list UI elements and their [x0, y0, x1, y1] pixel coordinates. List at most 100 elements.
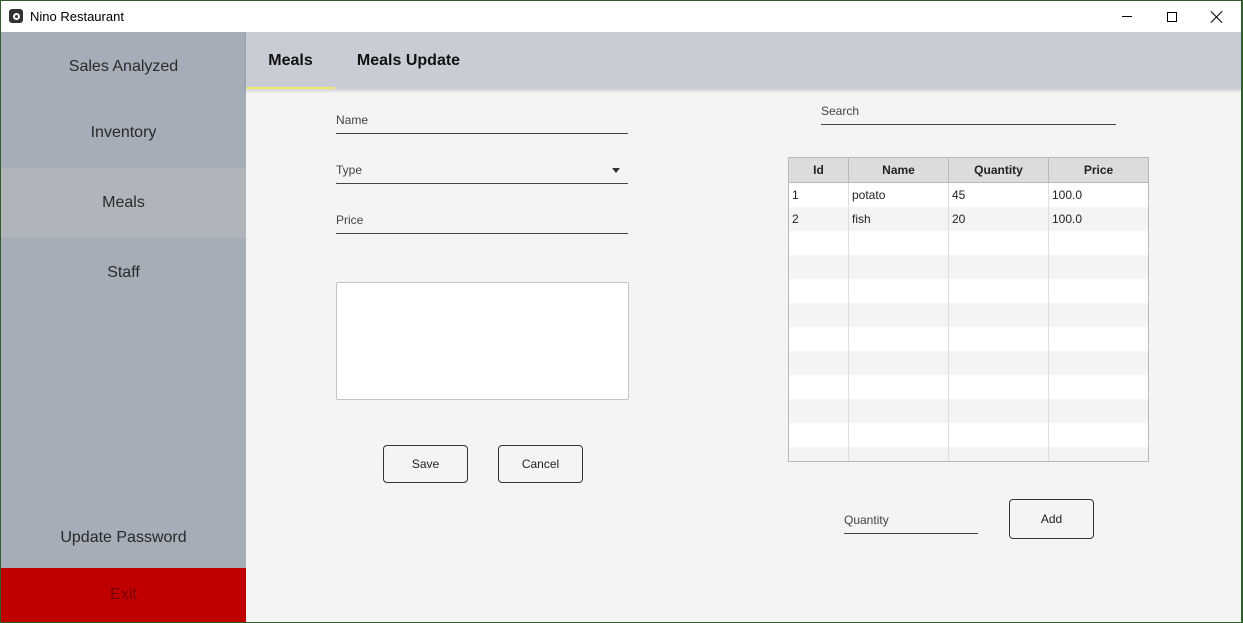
table-cell-id: 1 — [789, 183, 849, 207]
chevron-down-icon — [612, 168, 620, 173]
table-cell-quantity: 20 — [949, 207, 1049, 231]
title-bar: Nino Restaurant — [1, 1, 1241, 32]
table-cell-price — [1049, 303, 1148, 327]
description-textarea[interactable] — [336, 282, 629, 400]
table-cell-price: 100.0 — [1052, 212, 1083, 226]
table-header: Id Name Quantity Price — [789, 158, 1148, 183]
table-cell-price: 100.0 — [1052, 188, 1083, 202]
table-cell-name — [849, 447, 949, 461]
table-row[interactable] — [789, 255, 1148, 279]
table-body: 1 potato 45 100.0 2 fish 20 100.0 — [789, 183, 1148, 461]
search-input[interactable]: Search — [821, 99, 1116, 125]
table-cell-quantity — [949, 423, 1049, 447]
type-dropdown-placeholder: Type — [336, 163, 363, 177]
minimize-button[interactable] — [1104, 1, 1149, 32]
table-cell-name — [849, 375, 949, 399]
close-icon — [1211, 11, 1223, 23]
table-cell-quantity: 45 — [949, 183, 1049, 207]
app-logo-icon — [9, 9, 23, 23]
table-row[interactable]: 2 fish 20 100.0 — [789, 207, 1148, 231]
tab-meals[interactable]: Meals — [246, 32, 335, 89]
meals-table: Id Name Quantity Price 1 potato 45 100.0 2 fi… — [788, 157, 1149, 462]
table-cell-name: potato — [849, 183, 949, 207]
quantity-field[interactable]: Quantity — [844, 508, 978, 534]
maximize-button[interactable] — [1149, 1, 1194, 32]
table-row[interactable] — [789, 375, 1148, 399]
table-cell-id — [789, 423, 849, 447]
table-row[interactable] — [789, 231, 1148, 255]
table-cell-quantity — [949, 303, 1049, 327]
table-cell-name: fish — [849, 207, 949, 231]
table-cell-quantity — [949, 399, 1049, 423]
name-field-placeholder: Name — [336, 113, 369, 127]
table-cell-id — [789, 327, 849, 351]
table-cell-price — [1049, 375, 1148, 399]
table-cell-id: 2 — [789, 207, 849, 231]
table-cell-price — [1049, 447, 1148, 461]
column-header-name[interactable]: Name — [849, 158, 949, 182]
table-cell-id — [789, 303, 849, 327]
table-row[interactable] — [789, 399, 1148, 423]
table-cell-name — [849, 327, 949, 351]
quantity-field-placeholder: Quantity — [844, 513, 889, 527]
sidebar-item-sales-analyzed[interactable]: Sales Analyzed — [1, 32, 246, 102]
table-row[interactable] — [789, 351, 1148, 375]
sidebar-item-staff[interactable]: Staff — [1, 238, 246, 308]
cancel-button[interactable]: Cancel — [498, 445, 583, 483]
sidebar-item-meals[interactable]: Meals — [1, 168, 246, 238]
table-cell-name — [849, 303, 949, 327]
window-title: Nino Restaurant — [30, 9, 124, 24]
add-button[interactable]: Add — [1009, 499, 1094, 539]
table-cell-price — [1049, 255, 1148, 279]
table-row[interactable] — [789, 327, 1148, 351]
column-header-price[interactable]: Price — [1049, 158, 1148, 182]
update-password-button[interactable]: Update Password — [1, 503, 246, 573]
name-field[interactable]: Name — [336, 108, 628, 134]
table-row[interactable] — [789, 423, 1148, 447]
table-cell-quantity — [949, 327, 1049, 351]
sidebar-item-inventory[interactable]: Inventory — [1, 98, 246, 168]
price-field[interactable]: Price — [336, 208, 628, 234]
maximize-icon — [1166, 11, 1177, 22]
column-header-id[interactable]: Id — [789, 158, 849, 182]
table-row[interactable] — [789, 279, 1148, 303]
table-cell-quantity — [949, 447, 1049, 461]
sidebar: Sales Analyzed Inventory Meals Staff Upd… — [1, 32, 246, 622]
table-cell-id — [789, 231, 849, 255]
minimize-icon — [1121, 16, 1132, 17]
tab-meals-update[interactable]: Meals Update — [341, 32, 476, 89]
tab-bar: Meals Meals Update — [246, 32, 1241, 89]
price-field-placeholder: Price — [336, 213, 364, 227]
table-cell-id — [789, 399, 849, 423]
table-cell-quantity — [949, 375, 1049, 399]
column-header-quantity[interactable]: Quantity — [949, 158, 1049, 182]
table-cell-name — [849, 399, 949, 423]
table-cell-name — [849, 351, 949, 375]
table-cell-quantity — [949, 351, 1049, 375]
table-cell-price — [1049, 399, 1148, 423]
table-cell-name — [849, 279, 949, 303]
search-input-placeholder: Search — [821, 104, 860, 118]
close-button[interactable] — [1194, 1, 1239, 32]
table-row[interactable] — [789, 303, 1148, 327]
table-row[interactable] — [789, 447, 1148, 461]
table-cell-name — [849, 423, 949, 447]
table-cell-price — [1049, 327, 1148, 351]
table-cell-id — [789, 375, 849, 399]
table-cell-id — [789, 447, 849, 461]
table-cell-price — [1049, 423, 1148, 447]
table-cell-name — [849, 255, 949, 279]
table-row[interactable]: 1 potato 45 100.0 — [789, 183, 1148, 207]
save-button[interactable]: Save — [383, 445, 468, 483]
exit-button[interactable]: Exit — [1, 568, 246, 622]
table-cell-id — [789, 279, 849, 303]
table-cell-quantity — [949, 255, 1049, 279]
table-cell-quantity — [949, 279, 1049, 303]
table-cell-price — [1049, 231, 1148, 255]
type-dropdown[interactable]: Type — [336, 158, 628, 184]
table-cell-quantity — [949, 231, 1049, 255]
table-cell-price — [1049, 351, 1148, 375]
table-cell-price — [1049, 279, 1148, 303]
app-window: Nino Restaurant Sales Analyzed Inventory… — [1, 1, 1241, 622]
table-cell-id — [789, 255, 849, 279]
